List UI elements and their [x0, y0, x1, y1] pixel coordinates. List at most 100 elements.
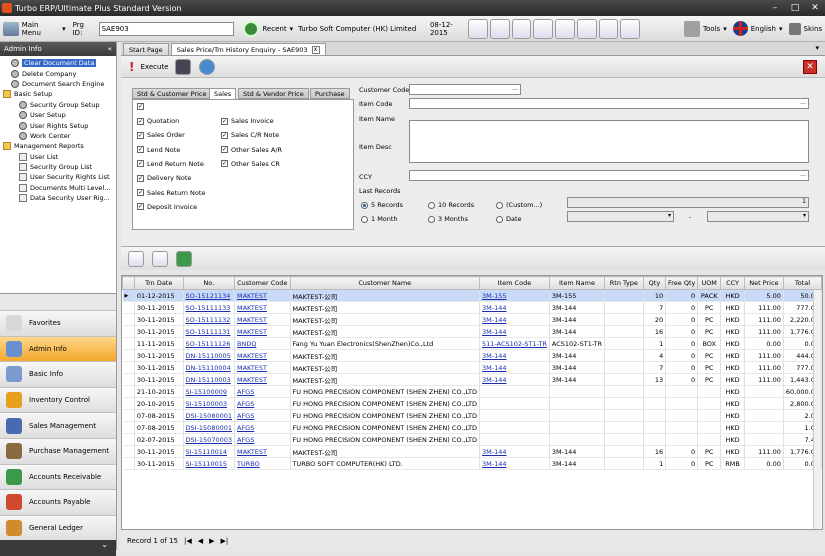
checkbox-lend-return-note[interactable]: ✓Lend Return Note [137, 160, 204, 168]
tab-sae903[interactable]: Sales Price/Trn History Enquiry - SAE903… [171, 43, 326, 55]
ccy-input[interactable]: ... [409, 170, 809, 181]
tab-std-customer-price[interactable]: Std & Customer Price [132, 88, 212, 99]
vertical-scrollbar[interactable] [813, 290, 821, 530]
item-code-input[interactable]: ... [409, 98, 809, 109]
column-header-ccy[interactable]: CCY [721, 277, 745, 290]
column-header-item-code[interactable]: Item Code [480, 277, 550, 290]
nav-inventory-control[interactable]: Inventory Control [0, 387, 116, 413]
tab-std-vendor-price[interactable]: Std & Vendor Price [238, 88, 309, 99]
cell-no-[interactable]: SI-15110014 [183, 446, 234, 458]
lookup-icon[interactable]: ... [800, 171, 806, 178]
table-row[interactable]: 30-11-2015SI-15110015TURBOTURBO SOFT COM… [123, 458, 822, 470]
panel-splitter[interactable] [0, 294, 116, 310]
tree-item-2[interactable]: Document Search Engine [0, 79, 116, 89]
tree-item-12[interactable]: Documents Multi Level... [0, 183, 116, 193]
table-row[interactable]: 30-11-2015SO-15111131MAKTESTMAKTEST-公司3M… [123, 326, 822, 338]
search-icon[interactable] [128, 251, 144, 267]
first-record-button[interactable]: |◀ [184, 537, 192, 545]
cell-customer-code[interactable]: MAKTEST [235, 350, 291, 362]
radio-custom[interactable]: (Custom...) [496, 201, 542, 209]
print-icon[interactable] [152, 251, 168, 267]
table-row[interactable]: 30-11-2015SO-15111133MAKTESTMAKTEST-公司3M… [123, 302, 822, 314]
nav-basic-info[interactable]: Basic Info [0, 361, 116, 387]
tree-item-8[interactable]: Management Reports [0, 141, 116, 151]
cell-item-code[interactable]: 3M-144 [480, 362, 550, 374]
tab-sales[interactable]: Sales [209, 88, 236, 99]
monitor-icon[interactable] [175, 59, 191, 75]
export-excel-icon[interactable] [176, 251, 192, 267]
tree-item-5[interactable]: User Setup [0, 110, 116, 120]
cell-item-code[interactable]: 3M-144 [480, 326, 550, 338]
cell-customer-code[interactable]: AFGS [235, 386, 291, 398]
alarm-icon[interactable] [620, 19, 640, 39]
column-header-qty[interactable]: Qty [643, 277, 666, 290]
tree-item-11[interactable]: User Security Rights List [0, 172, 116, 182]
cell-no-[interactable]: DN-15110005 [183, 350, 234, 362]
nav-more-button[interactable]: ⌄ [0, 540, 116, 556]
cell-item-code[interactable]: 3M-144 [480, 350, 550, 362]
cell-no-[interactable]: SI-15110015 [183, 458, 234, 470]
column-header-total[interactable]: Total [783, 277, 821, 290]
prg-id-input[interactable]: SAE903 [99, 22, 235, 36]
customer-code-input[interactable]: ... [409, 84, 521, 95]
tree-item-6[interactable]: User Rights Setup [0, 120, 116, 130]
chevron-down-icon[interactable]: ▾ [668, 212, 671, 219]
nav-accounts-receivable[interactable]: Accounts Receivable [0, 464, 116, 490]
next-record-button[interactable]: ▶ [209, 537, 214, 545]
table-row[interactable]: 30-11-2015DN-15110004MAKTESTMAKTEST-公司3M… [123, 362, 822, 374]
tree-item-4[interactable]: Security Group Setup [0, 100, 116, 110]
tab-purchase[interactable]: Purchase [310, 88, 350, 99]
cell-customer-code[interactable]: MAKTEST [235, 326, 291, 338]
tree-item-10[interactable]: Security Group List [0, 162, 116, 172]
column-header-uom[interactable]: UOM [698, 277, 721, 290]
cell-no-[interactable]: SO-15111126 [183, 338, 234, 350]
table-row[interactable]: 30-11-2015DN-15110005MAKTESTMAKTEST-公司3M… [123, 350, 822, 362]
column-header-customer-code[interactable]: Customer Code [235, 277, 291, 290]
nav-general-ledger[interactable]: General Ledger [0, 515, 116, 541]
cell-item-code[interactable]: 3M-144 [480, 374, 550, 386]
execute-button[interactable]: Execute [140, 63, 168, 71]
cell-no-[interactable]: DSI-15080001 [183, 410, 234, 422]
table-row[interactable]: 07-08-2015DSI-15080001AFGSFU HONG PRECIS… [123, 410, 822, 422]
tree-item-9[interactable]: User List [0, 152, 116, 162]
column-header-customer-name[interactable]: Customer Name [290, 277, 480, 290]
close-tab-icon[interactable]: x [312, 46, 320, 54]
radio-10-records[interactable]: 10 Records [428, 201, 474, 209]
tree-item-1[interactable]: Delete Company [0, 68, 116, 78]
tree-item-7[interactable]: Work Center [0, 131, 116, 141]
cell-no-[interactable]: SO-15111133 [183, 302, 234, 314]
chevron-down-icon[interactable]: ▾ [803, 212, 806, 219]
cell-item-code[interactable]: 3M-155 [480, 290, 550, 302]
cell-customer-code[interactable]: MAKTEST [235, 374, 291, 386]
table-row[interactable]: 30-11-2015SO-15111132MAKTESTMAKTEST-公司3M… [123, 314, 822, 326]
skins-button[interactable]: Skins [786, 18, 825, 40]
cell-item-code[interactable]: 3M-144 [480, 446, 550, 458]
cell-customer-code[interactable]: BNDQ [235, 338, 291, 350]
checkbox-sales-order[interactable]: ✓Sales Order [137, 131, 185, 139]
checkbox-lend-note[interactable]: ✓Lend Note [137, 146, 180, 154]
cell-no-[interactable]: SO-15111131 [183, 326, 234, 338]
radio-3-months[interactable]: 3 Months [428, 215, 468, 223]
close-window-button[interactable]: ✕ [805, 1, 825, 15]
custom-count-input[interactable]: 1 [567, 197, 809, 208]
grid-icon[interactable] [555, 19, 575, 39]
maximize-button[interactable]: □ [785, 1, 805, 15]
column-header-free-qty[interactable]: Free Qty [666, 277, 698, 290]
cell-customer-code[interactable]: AFGS [235, 422, 291, 434]
tools-button[interactable]: Tools▾ [681, 18, 730, 40]
nav-sales-management[interactable]: Sales Management [0, 412, 116, 438]
monitor-icon[interactable] [599, 19, 619, 39]
tree-item-0[interactable]: Clear Document Data [0, 58, 116, 68]
table-row[interactable]: 11-11-2015SO-15111126BNDQFang Yu Yuan El… [123, 338, 822, 350]
cell-customer-code[interactable]: MAKTEST [235, 290, 291, 302]
radio-date[interactable]: Date [496, 215, 522, 223]
recent-button[interactable]: Recent▾ [240, 18, 296, 40]
table-row[interactable]: 30-11-2015DN-15110003MAKTESTMAKTEST-公司3M… [123, 374, 822, 386]
select-all-checkbox[interactable]: ✓ [137, 103, 144, 110]
checkbox-sales-return-note[interactable]: ✓Sales Return Note [137, 189, 205, 197]
minimize-button[interactable]: – [765, 1, 785, 15]
cell-customer-code[interactable]: MAKTEST [235, 302, 291, 314]
cell-customer-code[interactable]: MAKTEST [235, 362, 291, 374]
radio-1-month[interactable]: 1 Month [361, 215, 398, 223]
date-to-input[interactable]: ▾ [707, 211, 809, 222]
